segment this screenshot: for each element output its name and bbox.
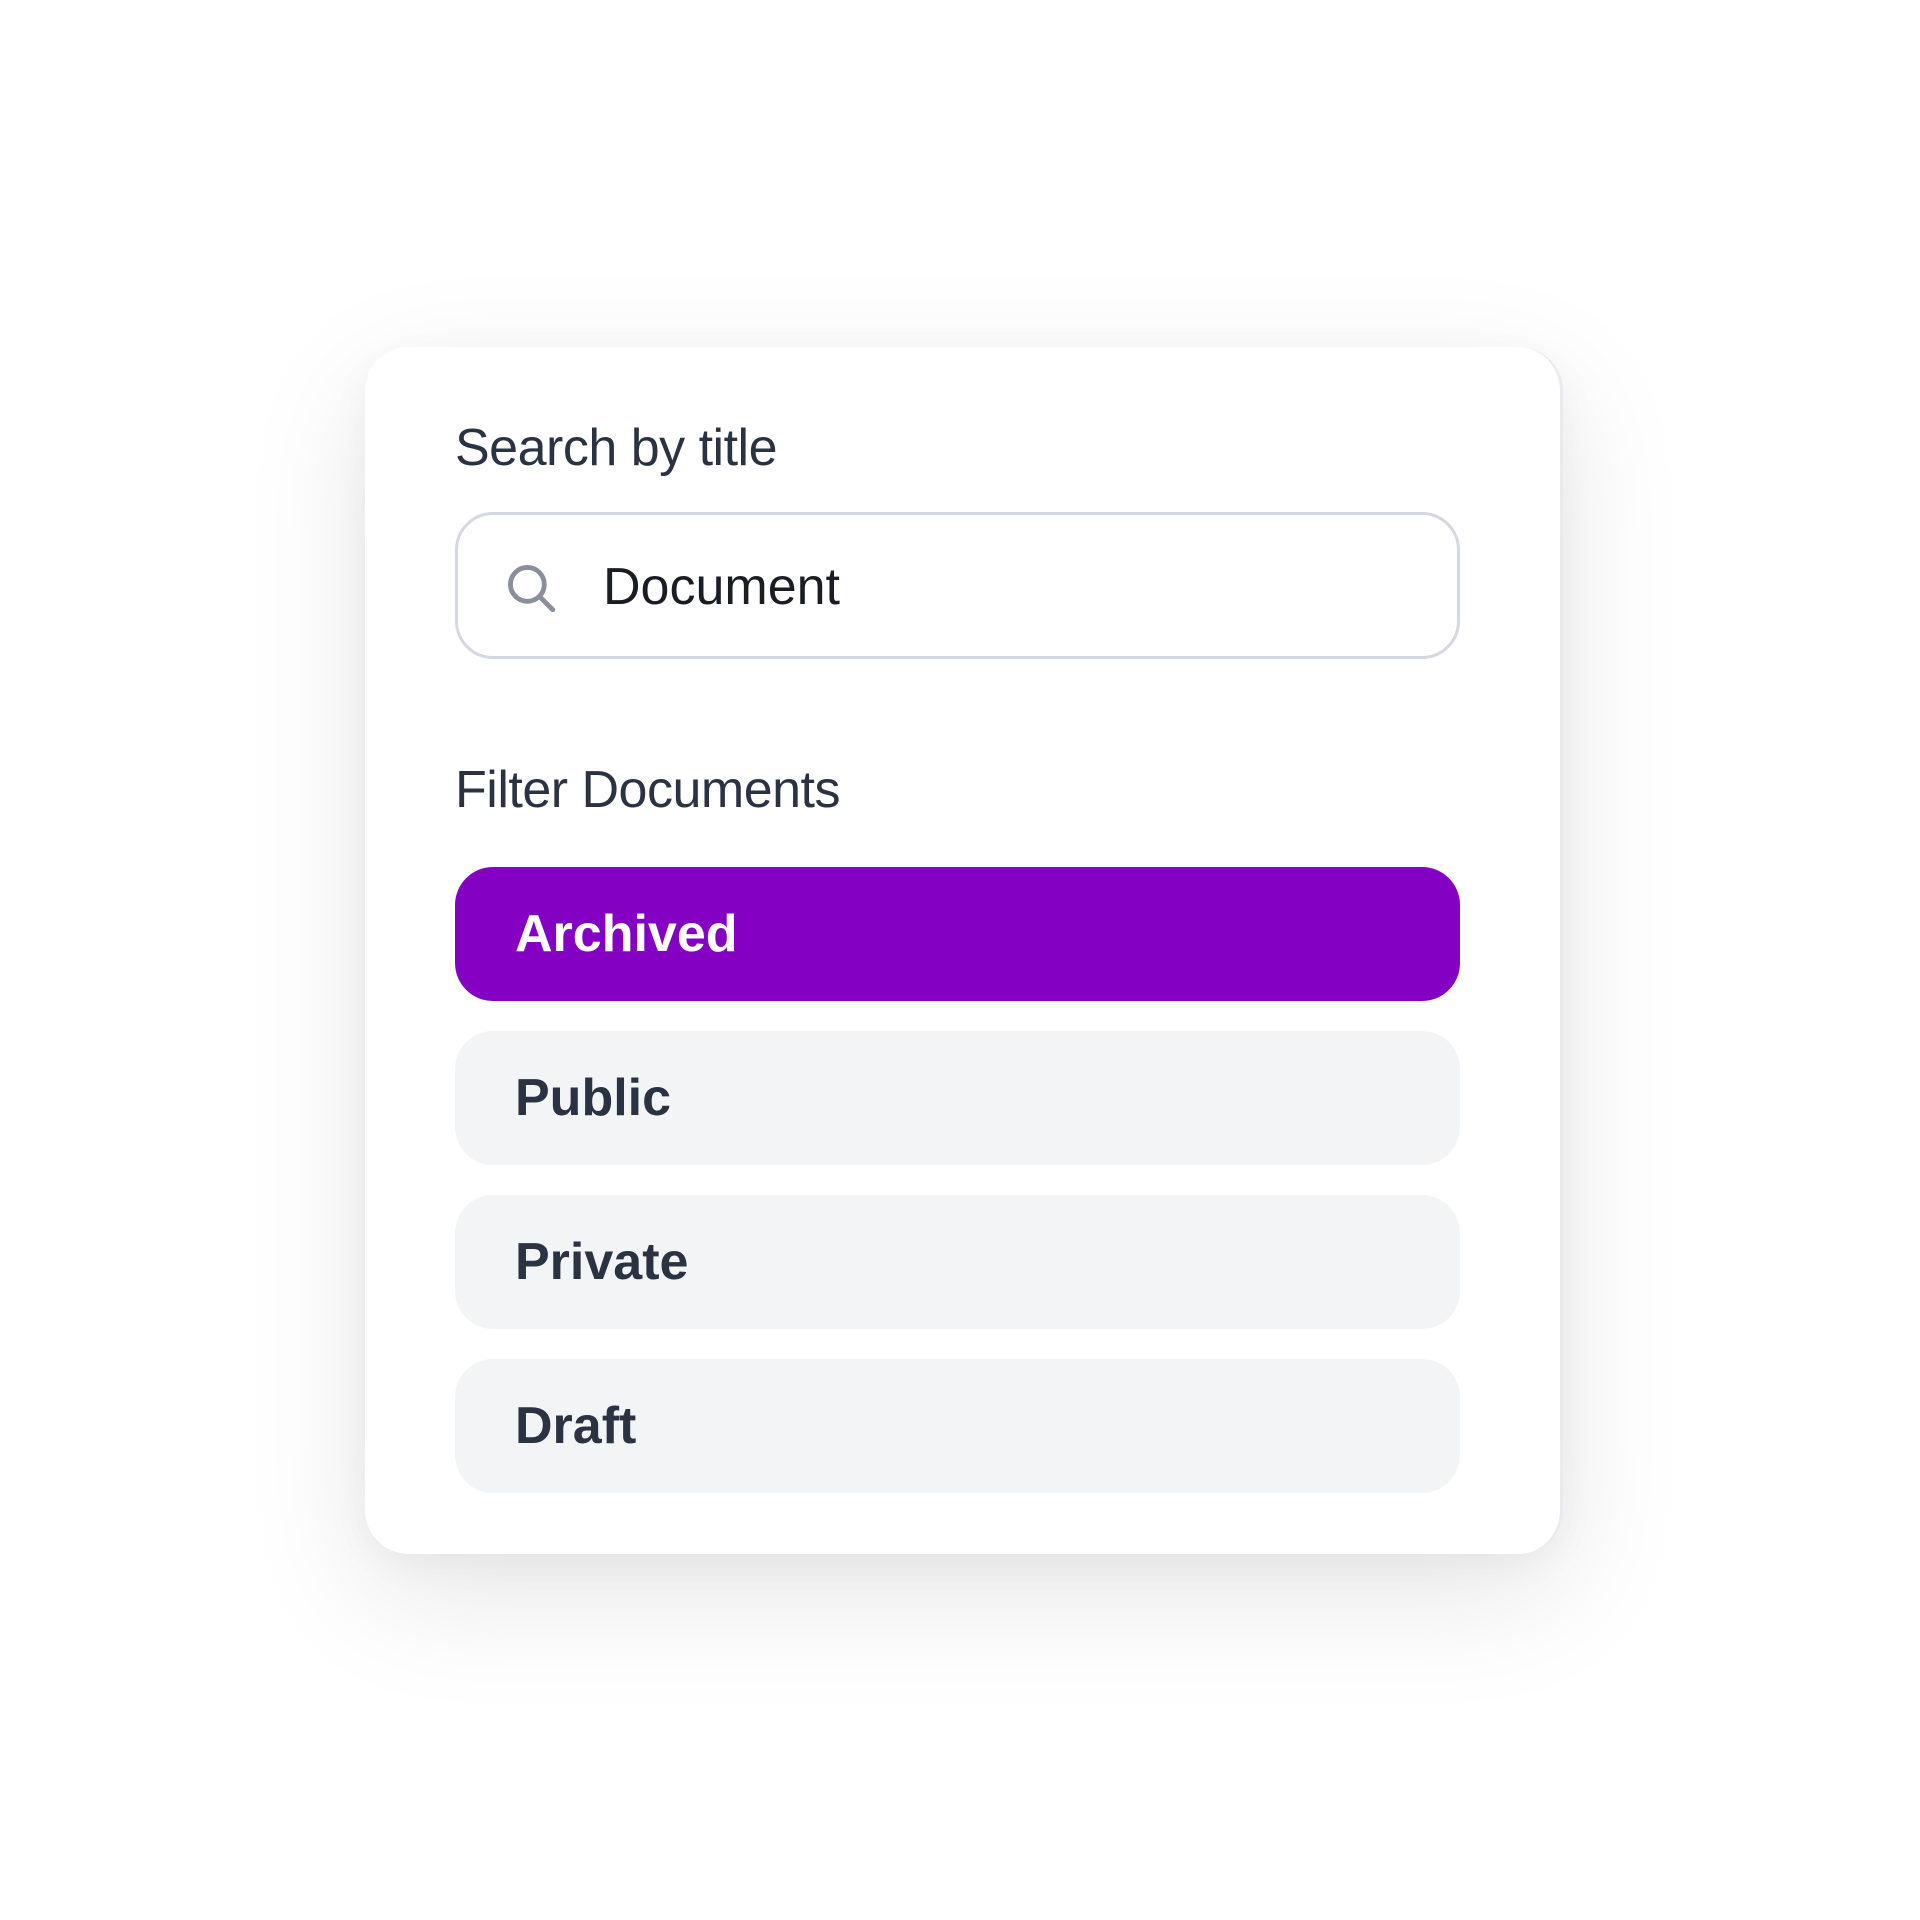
filter-item-draft[interactable]: Draft xyxy=(455,1359,1460,1493)
filter-item-archived[interactable]: Archived xyxy=(455,867,1460,1001)
search-field[interactable] xyxy=(455,512,1460,659)
filter-item-public[interactable]: Public xyxy=(455,1031,1460,1165)
search-input[interactable] xyxy=(603,545,1423,629)
filter-item-private[interactable]: Private xyxy=(455,1195,1460,1329)
filter-heading: Filter Documents xyxy=(455,761,841,819)
filter-panel: Search by title Filter Documents Archive… xyxy=(365,347,1563,1554)
search-icon xyxy=(508,565,556,613)
search-label: Search by title xyxy=(455,419,778,477)
filter-list: Archived Public Private Draft xyxy=(455,867,1460,1523)
